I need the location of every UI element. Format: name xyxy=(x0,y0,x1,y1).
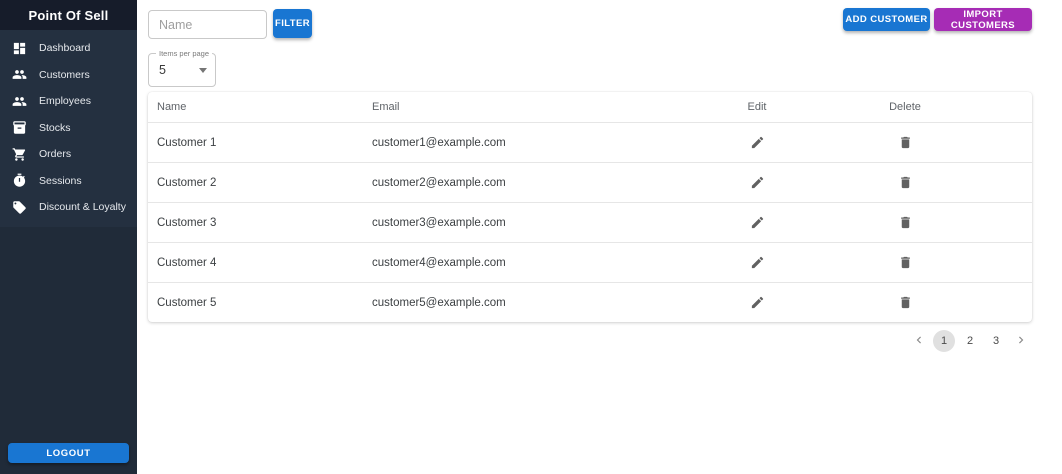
next-page-button[interactable] xyxy=(1011,331,1031,351)
pencil-icon xyxy=(750,175,765,190)
logout-button[interactable]: LOGOUT xyxy=(8,443,129,463)
customer-name: Customer 1 xyxy=(157,136,217,149)
pos-app: Point Of Sell Dashboard Customers Employ… xyxy=(0,0,1062,474)
name-filter-input[interactable] xyxy=(148,10,267,39)
sidebar-item-label: Sessions xyxy=(39,174,82,187)
items-per-page-value: 5 xyxy=(159,63,166,77)
customer-email: customer1@example.com xyxy=(372,136,506,149)
table-row: Customer 3 customer3@example.com xyxy=(148,202,1032,242)
sidebar-item-label: Employees xyxy=(39,95,91,108)
trash-icon xyxy=(898,135,913,150)
sidebar-item-customers[interactable]: Customers xyxy=(0,62,137,89)
chevron-right-icon xyxy=(1014,333,1028,350)
pencil-icon xyxy=(750,295,765,310)
customer-name: Customer 4 xyxy=(157,256,217,269)
sidebar-item-label: Orders xyxy=(39,148,72,161)
delete-button[interactable] xyxy=(896,213,915,233)
items-per-page-label: Items per page xyxy=(156,49,213,58)
dashboard-icon xyxy=(12,41,27,56)
import-customers-button[interactable]: IMPORT CUSTOMERS xyxy=(934,8,1032,31)
sidebar-item-label: Stocks xyxy=(39,121,71,134)
inventory-icon xyxy=(12,120,27,135)
sidebar-item-label: Dashboard xyxy=(39,42,91,55)
previous-page-button[interactable] xyxy=(909,331,929,351)
app-title: Point Of Sell xyxy=(28,7,109,23)
sidebar-item-orders[interactable]: Orders xyxy=(0,141,137,168)
cart-icon xyxy=(12,147,27,162)
column-header-delete: Delete xyxy=(889,101,921,113)
page-button-2[interactable]: 2 xyxy=(959,330,981,352)
edit-button[interactable] xyxy=(748,213,767,233)
table-header-row: Name Email Edit Delete xyxy=(148,92,1032,122)
table-row: Customer 4 customer4@example.com xyxy=(148,242,1032,282)
table-row: Customer 5 customer5@example.com xyxy=(148,282,1032,322)
chevron-down-icon xyxy=(199,68,207,73)
filter-button[interactable]: FILTER xyxy=(273,9,312,38)
edit-button[interactable] xyxy=(748,133,767,153)
add-customer-button[interactable]: ADD CUSTOMER xyxy=(843,8,930,31)
customer-name: Customer 2 xyxy=(157,176,217,189)
column-header-email: Email xyxy=(372,101,400,113)
trash-icon xyxy=(898,255,913,270)
sidebar-item-sessions[interactable]: Sessions xyxy=(0,168,137,195)
sidebar-item-discount-loyalty[interactable]: Discount & Loyalty xyxy=(0,194,137,221)
chevron-left-icon xyxy=(912,333,926,350)
sidebar-item-stocks[interactable]: Stocks xyxy=(0,115,137,142)
table-row: Customer 2 customer2@example.com xyxy=(148,162,1032,202)
customer-email: customer2@example.com xyxy=(372,176,506,189)
items-per-page-select[interactable]: Items per page 5 xyxy=(148,49,216,87)
sidebar-header: Point Of Sell xyxy=(0,0,137,30)
table-row: Customer 1 customer1@example.com xyxy=(148,122,1032,162)
trash-icon xyxy=(898,175,913,190)
delete-button[interactable] xyxy=(896,173,915,193)
delete-button[interactable] xyxy=(896,253,915,273)
edit-button[interactable] xyxy=(748,253,767,273)
sidebar-item-dashboard[interactable]: Dashboard xyxy=(0,35,137,62)
edit-button[interactable] xyxy=(748,173,767,193)
sidebar: Point Of Sell Dashboard Customers Employ… xyxy=(0,0,137,474)
column-header-edit: Edit xyxy=(747,101,767,113)
delete-button[interactable] xyxy=(896,133,915,153)
people-icon xyxy=(12,67,27,82)
delete-button[interactable] xyxy=(896,293,915,313)
customer-name: Customer 3 xyxy=(157,216,217,229)
customer-email: customer3@example.com xyxy=(372,216,506,229)
pencil-icon xyxy=(750,255,765,270)
tag-icon xyxy=(12,200,27,215)
trash-icon xyxy=(898,215,913,230)
column-header-name: Name xyxy=(157,101,187,113)
pencil-icon xyxy=(750,215,765,230)
trash-icon xyxy=(898,295,913,310)
sidebar-item-label: Customers xyxy=(39,68,90,81)
pagination: 1 2 3 xyxy=(909,330,1031,352)
sidebar-nav: Dashboard Customers Employees Stocks Ord… xyxy=(0,30,137,227)
customer-email: customer4@example.com xyxy=(372,256,506,269)
sidebar-item-employees[interactable]: Employees xyxy=(0,88,137,115)
edit-button[interactable] xyxy=(748,293,767,313)
customers-table: Name Email Edit Delete Customer 1 custom… xyxy=(148,92,1032,322)
page-button-3[interactable]: 3 xyxy=(985,330,1007,352)
pencil-icon xyxy=(750,135,765,150)
customer-name: Customer 5 xyxy=(157,296,217,309)
sidebar-item-label: Discount & Loyalty xyxy=(39,201,126,214)
page-button-1[interactable]: 1 xyxy=(933,330,955,352)
customer-email: customer5@example.com xyxy=(372,296,506,309)
people-icon xyxy=(12,94,27,109)
timer-icon xyxy=(12,173,27,188)
